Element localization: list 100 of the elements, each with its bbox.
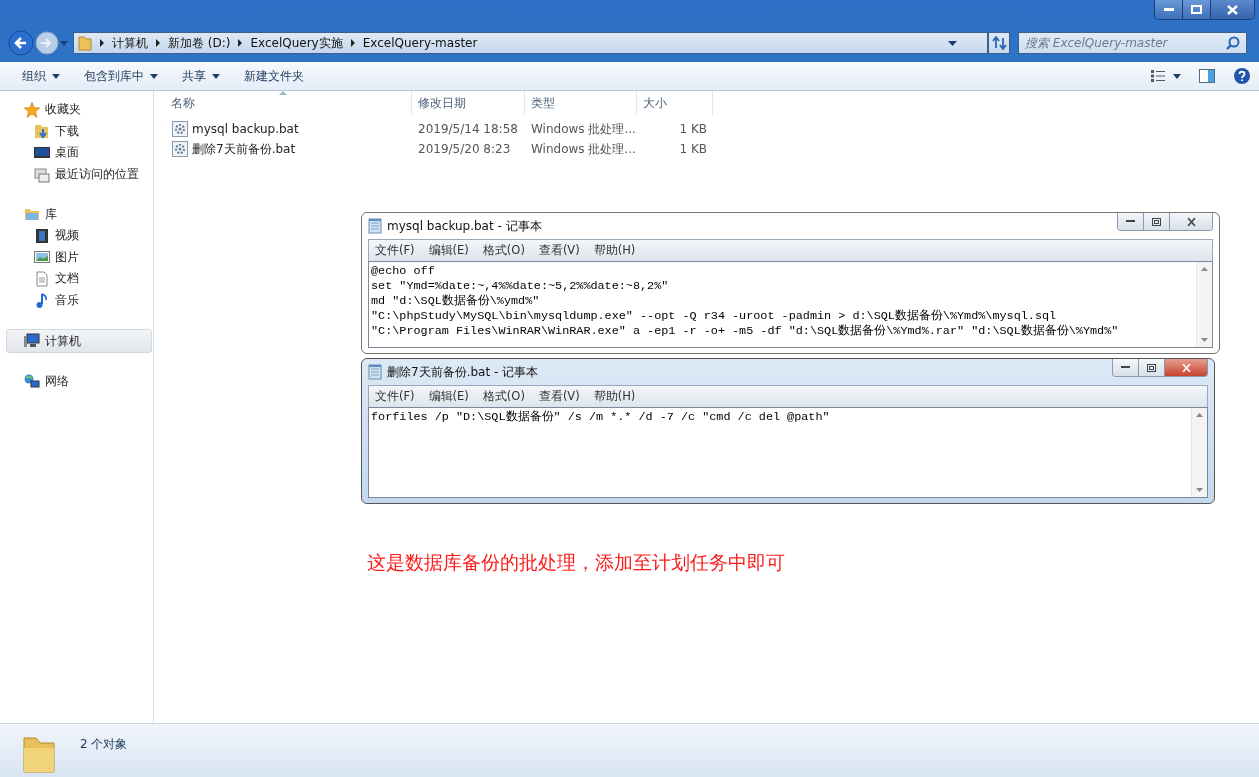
close-icon (1186, 217, 1196, 226)
file-type: Windows 批处理... (530, 120, 637, 138)
search-field[interactable]: 搜索 ExcelQuery-master (1018, 32, 1247, 54)
file-type: Windows 批处理... (530, 140, 637, 158)
sidebar-item[interactable]: 下载 (0, 120, 153, 143)
menu-item[interactable]: 帮助(H) (593, 389, 636, 404)
sidebar-item[interactable]: 计算机 (6, 329, 152, 353)
item-count: 2 个对象 (80, 736, 128, 753)
picture-icon (34, 249, 50, 266)
sidebar-item[interactable]: 音乐 (0, 289, 153, 312)
window-title: 删除7天前备份.bat - 记事本 (387, 363, 539, 381)
menu-item[interactable]: 编辑(E) (428, 389, 469, 404)
close-button[interactable] (1164, 359, 1207, 376)
file-size: 1 KB (678, 142, 708, 156)
menu-item[interactable]: 文件(F) (375, 389, 415, 404)
sidebar-item[interactable]: 桌面 (0, 142, 153, 164)
search-icon (1226, 36, 1240, 50)
close-icon (1181, 363, 1191, 372)
menu-item[interactable]: 文件(F) (375, 243, 415, 258)
menu-item[interactable]: 查看(V) (538, 389, 580, 404)
toolbar-button[interactable]: 包含到库中 (76, 64, 166, 88)
sidebar-item[interactable]: 收藏夹 (0, 99, 153, 121)
help-icon[interactable] (1233, 67, 1251, 85)
network-icon (24, 373, 40, 390)
caret-icon (52, 73, 60, 79)
back-icon[interactable] (8, 30, 34, 56)
sidebar-item[interactable]: 最近访问的位置 (0, 163, 153, 186)
folder-icon (78, 35, 92, 51)
star-icon (24, 101, 40, 118)
chevron-icon (99, 39, 105, 47)
sidebar-item[interactable]: 文档 (0, 268, 153, 290)
code-line: md "d:\SQL数据备份\%ymd%" (371, 294, 541, 309)
minimize-button[interactable] (1113, 359, 1138, 376)
maximize-button[interactable] (1143, 213, 1169, 230)
file-name[interactable]: 删除7天前备份.bat (192, 140, 296, 158)
monitor-icon (34, 145, 50, 161)
sidebar-item[interactable]: 网络 (0, 370, 153, 393)
scroll-down-icon (1196, 488, 1203, 492)
search-placeholder: 搜索 ExcelQuery-master (1025, 34, 1168, 52)
code-line: "C:\Program Files\WinRAR\WinRAR.exe" a -ep1 -r -o+ -m5 -df "d:\SQL数据备份\%Ymd%.rar" "d:\SQL数据备份\%Ymd%" (371, 324, 1120, 339)
close-button[interactable] (1169, 213, 1212, 230)
window-title: mysql backup.bat - 记事本 (387, 217, 542, 235)
minimize-button[interactable] (1118, 213, 1143, 230)
breadcrumb[interactable]: ExcelQuery实施 (250, 34, 343, 52)
list-view-icon (1151, 70, 1165, 82)
menu-item[interactable]: 格式(O) (482, 389, 525, 404)
document-icon (34, 270, 50, 287)
caret-icon (212, 73, 220, 79)
file-name[interactable]: mysql backup.bat (192, 122, 299, 136)
column-header[interactable]: 名称 (154, 91, 412, 115)
toolbar-button[interactable]: 组织 (14, 64, 68, 88)
annotation-text: 这是数据库备份的批处理，添加至计划任务中即可 (367, 550, 785, 575)
maximize-icon (1191, 5, 1202, 14)
modified-date: 2019/5/14 18:58 (417, 122, 519, 136)
modified-date: 2019/5/20 8:23 (417, 142, 512, 156)
preview-pane-icon[interactable] (1199, 69, 1215, 83)
refresh-button[interactable] (988, 32, 1010, 54)
toolbar-button[interactable]: 新建文件夹 (236, 64, 312, 88)
batch-file-icon (172, 121, 188, 137)
address-bar[interactable]: 计算机 新加卷 (D:) ExcelQuery实施 ExcelQuery-master (73, 32, 988, 54)
restore-icon (1152, 217, 1161, 226)
maximize-button[interactable] (1182, 0, 1210, 19)
code-line: set "Ymd=%date:~,4%%date:~5,2%%date:~8,2%" (371, 279, 670, 294)
menu-item[interactable]: 帮助(H) (593, 243, 636, 258)
scroll-up-icon (1201, 267, 1208, 271)
view-options-button[interactable] (1151, 70, 1181, 82)
menu-item[interactable]: 格式(O) (482, 243, 525, 258)
code-line: forfiles /p "D:\SQL数据备份" /s /m *.* /d -7 /c "cmd /c del @path" (371, 410, 831, 425)
column-header[interactable]: 修改日期 (412, 91, 525, 115)
notepad-icon (368, 218, 382, 234)
chevron-icon (237, 39, 244, 47)
sidebar-item[interactable]: 视频 (0, 224, 153, 247)
minimize-icon (1163, 7, 1174, 12)
code-line: @echo off (371, 264, 436, 279)
download-folder-icon (34, 123, 50, 140)
column-header[interactable]: 类型 (525, 91, 637, 115)
code-line: "C:\phpStudy\MySQL\bin\mysqldump.exe" --opt -Q r34 -uroot -padmin > d:\SQL数据备份\%Ymd%\mysql.sql (371, 309, 1058, 324)
sidebar-item[interactable]: 库 (0, 203, 153, 225)
forward-icon[interactable] (35, 31, 59, 55)
sidebar-item[interactable]: 图片 (0, 246, 153, 269)
caret-icon (150, 73, 158, 79)
maximize-button[interactable] (1138, 359, 1164, 376)
recent-places-icon (34, 166, 50, 183)
scroll-up-icon (1196, 413, 1203, 417)
minimize-icon (1126, 220, 1135, 223)
toolbar-button[interactable]: 共享 (174, 64, 228, 88)
folder-icon (22, 734, 56, 774)
minimize-button[interactable] (1155, 0, 1182, 19)
close-icon (1227, 4, 1238, 15)
close-button[interactable] (1210, 0, 1254, 19)
column-header[interactable]: 大小 (637, 91, 713, 115)
refresh-icon (991, 36, 1007, 50)
breadcrumb[interactable]: 计算机 (112, 34, 148, 52)
menu-item[interactable]: 查看(V) (538, 243, 580, 258)
restore-icon (1147, 363, 1156, 372)
chevron-icon (349, 39, 356, 47)
breadcrumb[interactable]: 新加卷 (D:) (168, 34, 231, 52)
scroll-down-icon (1201, 338, 1208, 342)
menu-item[interactable]: 编辑(E) (428, 243, 469, 258)
breadcrumb[interactable]: ExcelQuery-master (362, 36, 478, 50)
